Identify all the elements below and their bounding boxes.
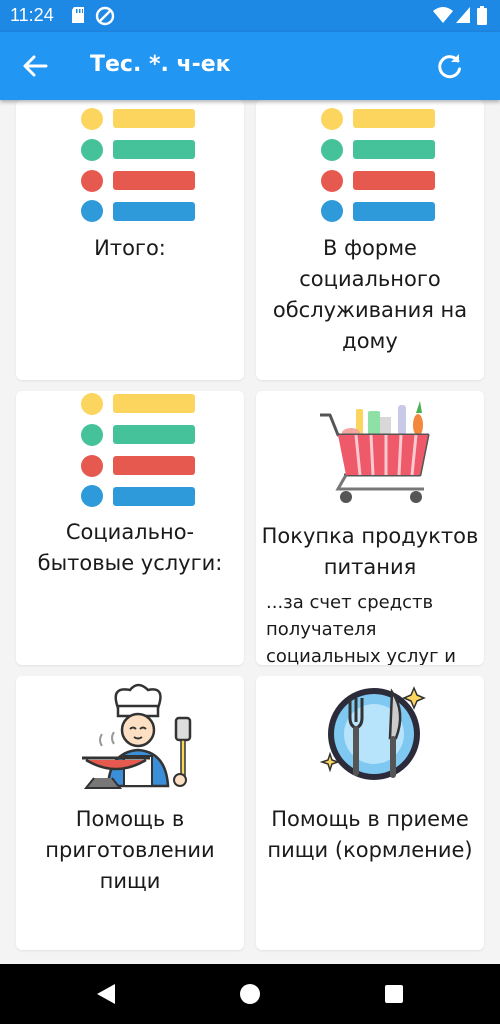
card-label: Социально-бытовые услуги: (37, 520, 223, 575)
data-saver-icon (95, 6, 115, 26)
services-grid: Итого: В форме социального обслуживания … (0, 100, 500, 964)
signal-icon (456, 7, 470, 23)
nav-back-icon[interactable] (95, 982, 117, 1006)
battery-icon (477, 6, 487, 25)
card-grocery-purchase[interactable]: Покупка продуктов питания ...за счет сре… (256, 391, 484, 665)
card-total[interactable]: Итого: (16, 100, 244, 380)
list-icon (81, 108, 195, 222)
back-arrow-icon[interactable] (20, 52, 50, 80)
status-time: 11:24 (10, 5, 54, 25)
refresh-icon[interactable] (436, 52, 464, 80)
list-icon (321, 108, 435, 222)
plate-cutlery-icon (320, 686, 426, 780)
card-label: Итого: (94, 236, 166, 260)
wifi-icon (433, 7, 453, 23)
card-label: Помощь в приеме пищи (кормление) (267, 807, 473, 862)
card-description: ...за счет средств получателя социальных… (266, 592, 456, 665)
system-nav-bar (0, 964, 500, 1024)
app-bar: Тес. *. ч-ек (0, 32, 500, 100)
shopping-cart-icon (320, 401, 430, 503)
card-home-service[interactable]: В форме социального обслуживания на дому (256, 100, 484, 380)
page-title: Тес. *. ч-ек (90, 52, 231, 77)
card-label: В форме социального обслуживания на дому (272, 236, 468, 353)
status-bar: 11:24 (0, 0, 500, 32)
card-label: Помощь в приготовлении пищи (45, 807, 215, 893)
card-label: Покупка продуктов питания (261, 524, 479, 579)
list-icon (81, 393, 195, 507)
card-feeding-help[interactable]: Помощь в приеме пищи (кормление) (256, 676, 484, 950)
nav-home-icon[interactable] (239, 982, 261, 1006)
chef-icon (82, 683, 192, 789)
nav-recents-icon[interactable] (383, 982, 405, 1006)
card-cooking-help[interactable]: Помощь в приготовлении пищи (16, 676, 244, 950)
sd-card-icon (72, 7, 84, 23)
card-social-household[interactable]: Социально-бытовые услуги: (16, 391, 244, 665)
